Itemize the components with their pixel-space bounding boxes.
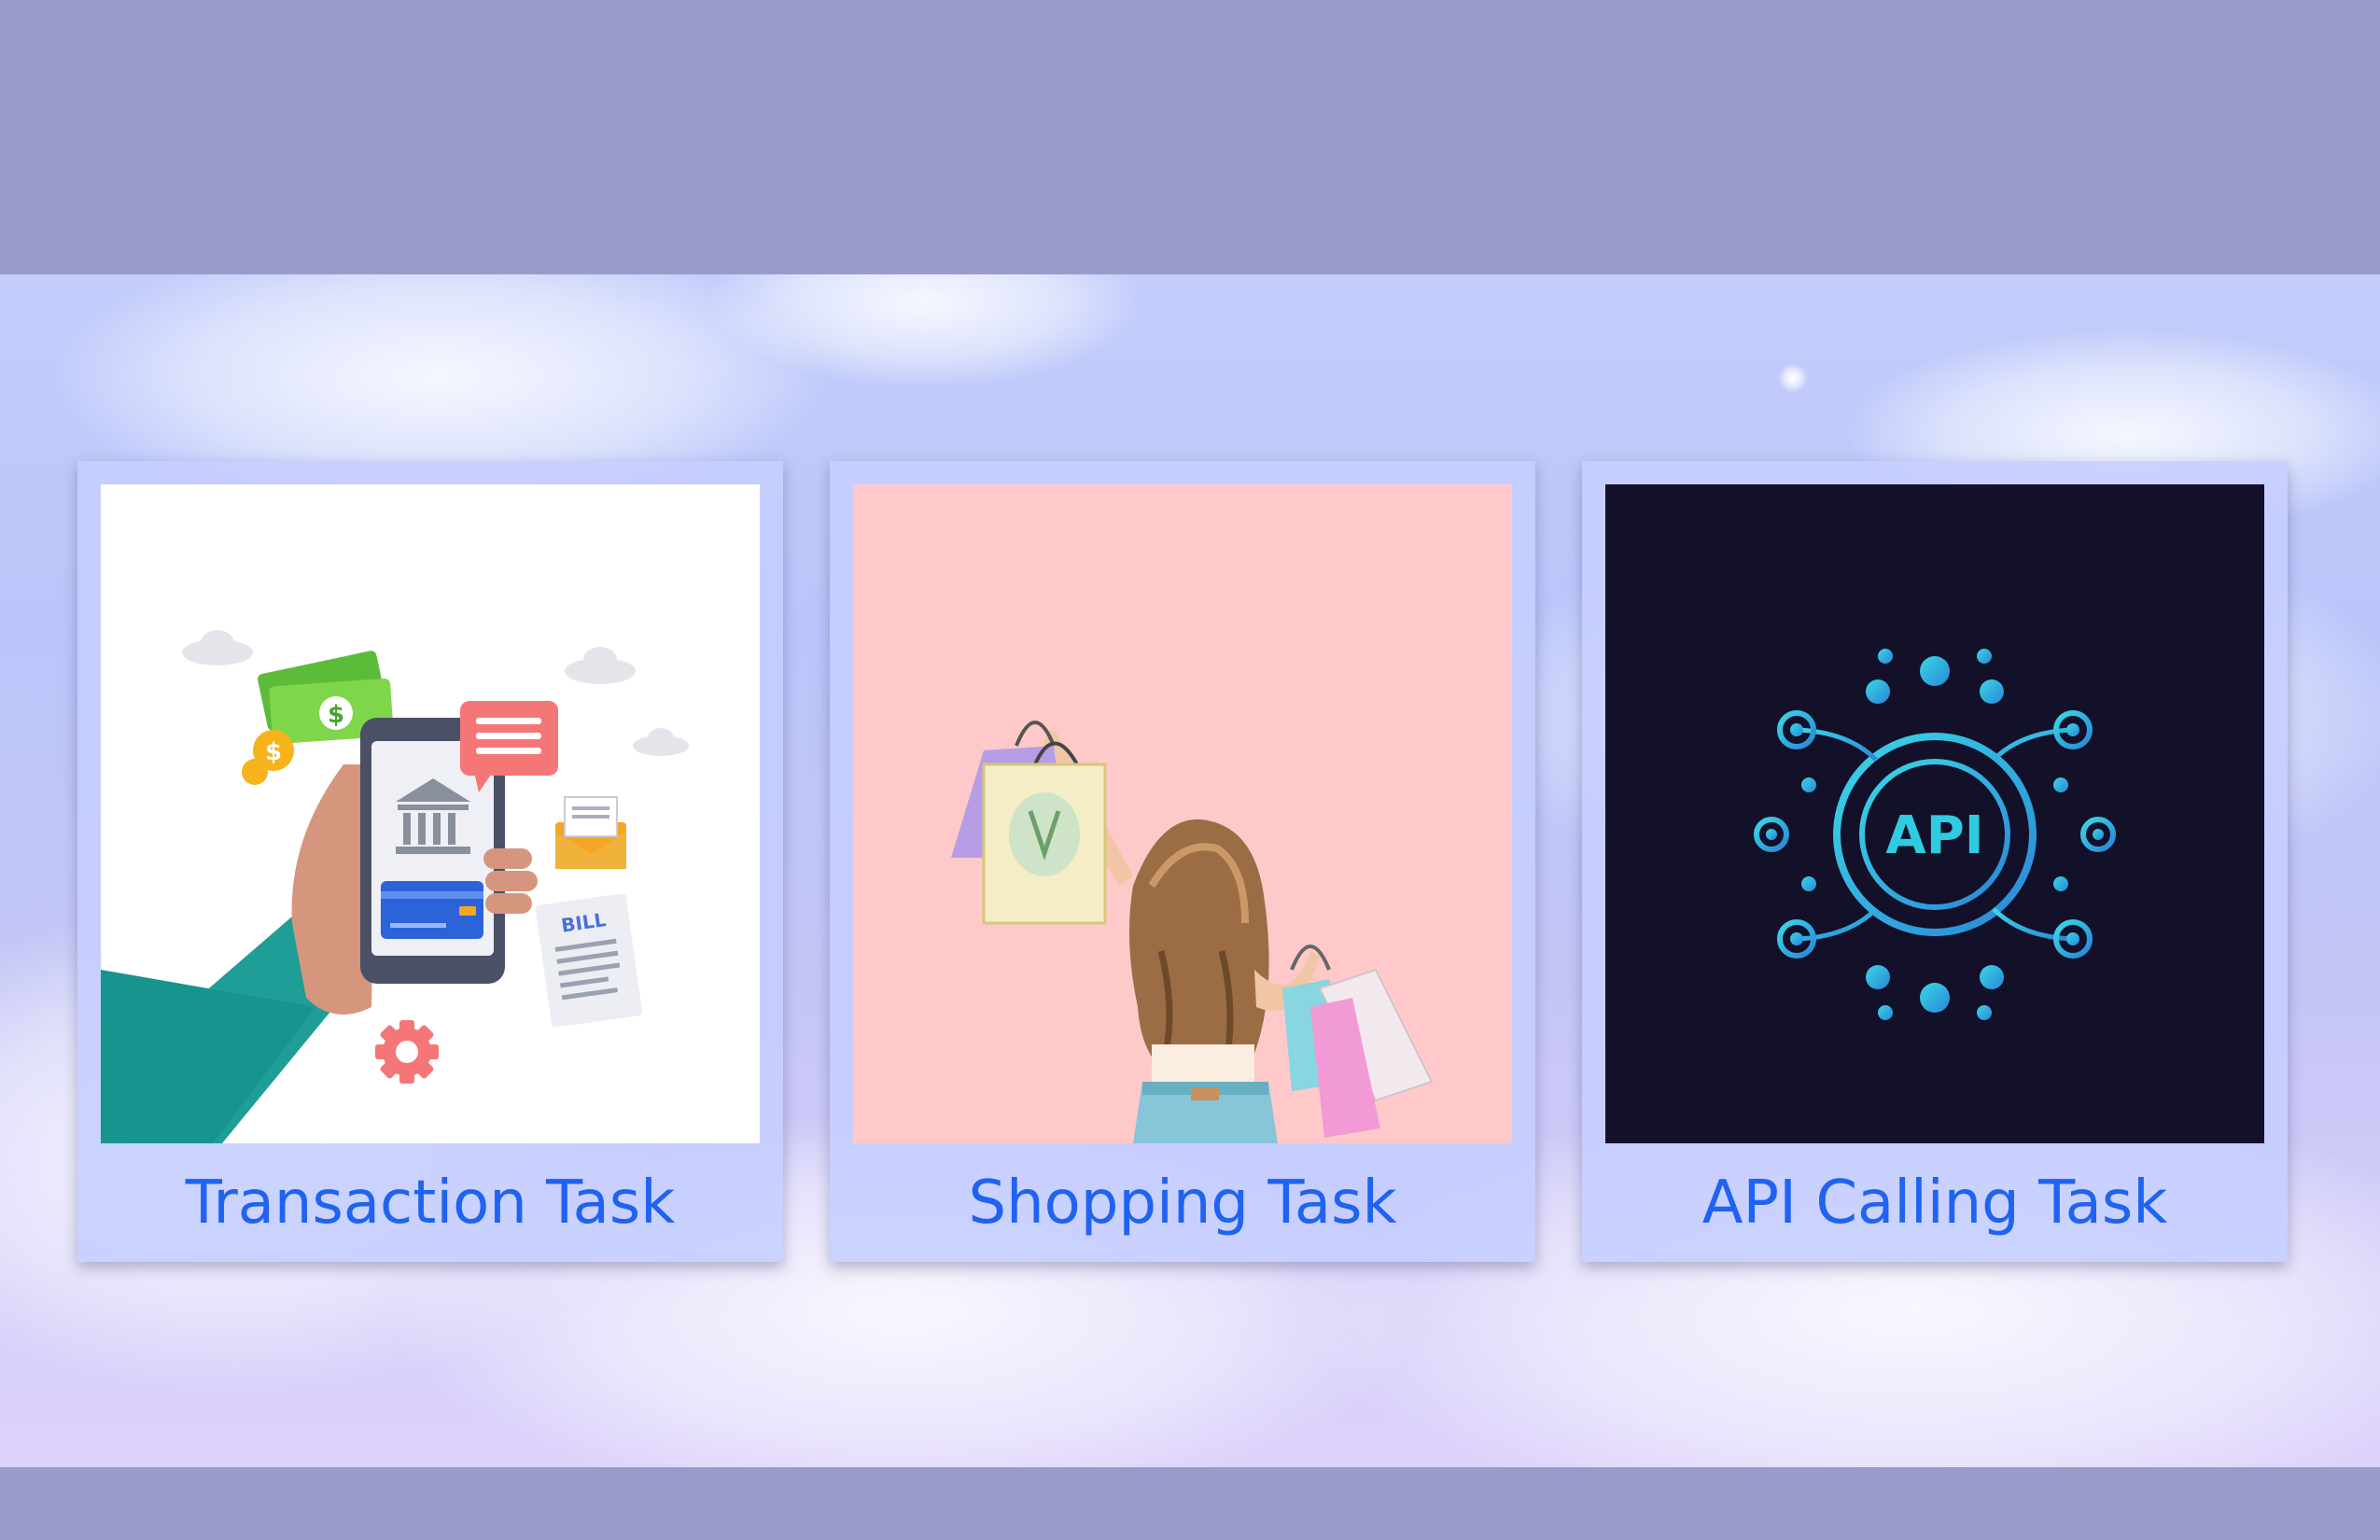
card-title[interactable]: API Calling Task xyxy=(1582,1156,2288,1250)
credit-card-icon xyxy=(381,881,483,939)
card-title[interactable]: Transaction Task xyxy=(77,1156,783,1250)
api-calling-task-image: API xyxy=(1605,484,2264,1143)
top-band xyxy=(0,0,2380,274)
gear-icon xyxy=(375,1020,439,1084)
svg-text:$: $ xyxy=(328,701,344,729)
sparkle xyxy=(1779,364,1807,392)
bottom-band xyxy=(0,1467,2380,1540)
api-label: API xyxy=(1885,805,1983,866)
api-calling-task-card[interactable]: API API Calling Task xyxy=(1582,461,2288,1262)
bill-icon: BILL xyxy=(535,893,643,1028)
shopping-task-card[interactable]: Shopping Task xyxy=(830,461,1535,1262)
svg-text:$: $ xyxy=(265,738,282,766)
envelope-icon xyxy=(555,796,626,869)
transaction-task-card[interactable]: $ $ BILL Transaction Task xyxy=(77,461,783,1262)
shopping-task-image xyxy=(853,484,1512,1143)
card-title[interactable]: Shopping Task xyxy=(830,1156,1535,1250)
transaction-task-image: $ $ BILL xyxy=(101,484,760,1143)
